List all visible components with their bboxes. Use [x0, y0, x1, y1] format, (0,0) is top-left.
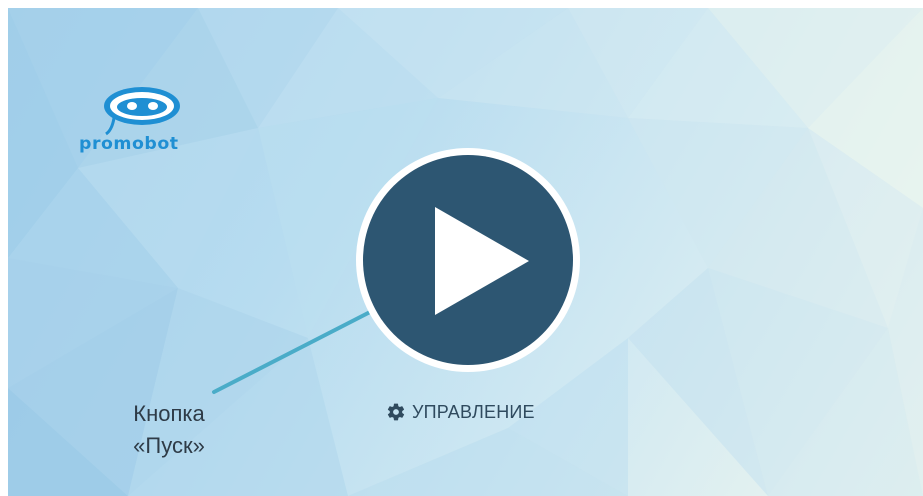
play-icon [435, 207, 529, 315]
gear-icon [387, 403, 405, 421]
play-button[interactable] [356, 148, 580, 372]
video-preview[interactable]: promobot УПРАВЛЕНИЕ Кнопка «Пуск» [8, 8, 923, 496]
control-label: УПРАВЛЕНИЕ [412, 401, 535, 422]
control-button[interactable]: УПРАВЛЕНИЕ [386, 400, 535, 424]
callout-line-2: «Пуск» [133, 433, 205, 458]
logo-wordmark: promobot [79, 134, 179, 154]
play-button-circle [363, 155, 573, 365]
callout-line-1: Кнопка [133, 401, 205, 426]
callout-text: Кнопка «Пуск» [114, 398, 224, 462]
